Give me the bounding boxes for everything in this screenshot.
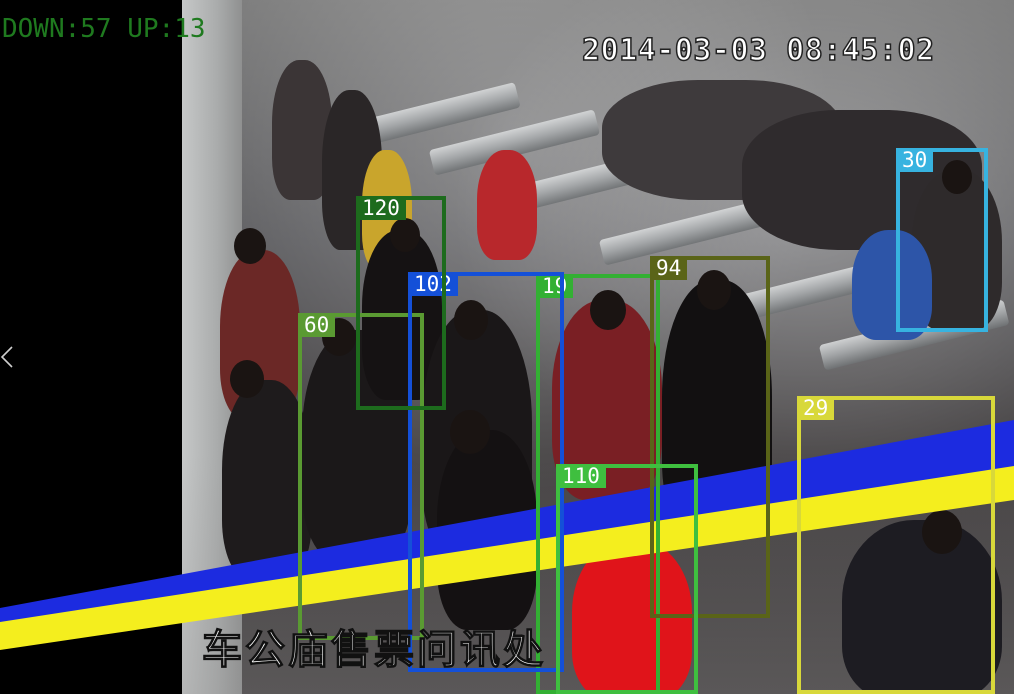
video-viewport: 30 29 60 19 102 120 94 110 DOWN:57 UP:13…: [0, 0, 1014, 694]
station-sign-caption: 车公庙售票问讯处: [201, 627, 546, 673]
track-id-label: 94: [650, 256, 688, 280]
track-id-label: 60: [298, 313, 336, 337]
track-id-label: 110: [556, 464, 606, 488]
crowd-person: [477, 150, 537, 260]
person-head: [230, 360, 264, 398]
people-counter: DOWN:57 UP:13: [2, 16, 206, 42]
person-head: [234, 228, 266, 264]
track-id-label: 29: [797, 396, 835, 420]
previous-button[interactable]: [0, 337, 20, 377]
video-timestamp: 2014-03-03 08:45:02: [581, 33, 935, 68]
track-box[interactable]: 29: [797, 396, 995, 694]
track-box[interactable]: 110: [556, 464, 698, 694]
up-count: UP:13: [127, 14, 206, 44]
track-id-label: 120: [356, 196, 406, 220]
down-count: DOWN:57: [2, 14, 112, 44]
track-box[interactable]: 30: [896, 148, 988, 332]
track-id-label: 30: [896, 148, 934, 172]
chevron-left-icon: [0, 346, 13, 368]
track-box[interactable]: 120: [356, 196, 446, 410]
